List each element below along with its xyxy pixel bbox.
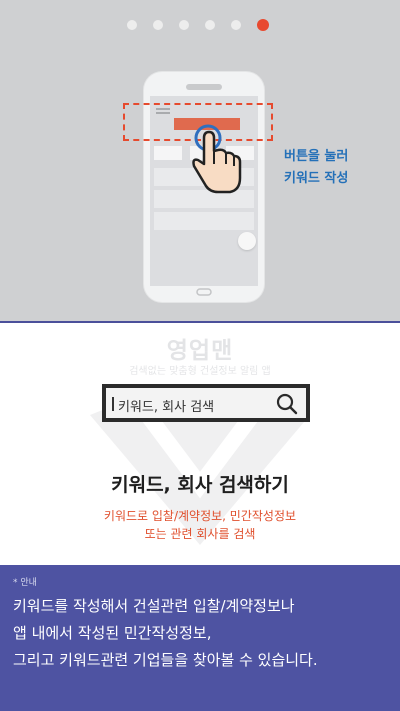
page-title: 키워드, 회사 검색하기: [111, 474, 289, 496]
page-dot[interactable]: [205, 20, 215, 30]
screen-fab: [238, 232, 256, 250]
page-dot[interactable]: [153, 20, 163, 30]
screen-tile: [154, 146, 182, 160]
phone-speaker: [186, 84, 222, 90]
page-indicator: [127, 19, 269, 31]
info-notice: * 안내 키워드를 작성해서 건설관련 입찰/계약정보나 앱 내에서 작성된 민…: [0, 565, 400, 711]
search-icon[interactable]: [276, 393, 298, 415]
search-input[interactable]: 키워드, 회사 검색: [102, 384, 310, 422]
description-line-1: 키워드로 입찰/계약정보, 민간작성정보: [103, 509, 297, 523]
screen-row: [154, 212, 254, 230]
page-dot[interactable]: [179, 20, 189, 30]
description-line-2: 또는 관련 회사를 검색: [144, 527, 256, 541]
app-tagline: 검색없는 맞춤형 건설정보 알림 앱: [129, 366, 271, 377]
pointing-hand-icon: [192, 124, 242, 194]
page-dot[interactable]: [231, 20, 241, 30]
tutorial-illustration: 버튼을 눌러 키워드 작성: [0, 0, 400, 321]
home-button-icon: [196, 288, 212, 296]
page-description: 키워드로 입찰/계약정보, 민간작성정보 또는 관련 회사를 검색: [0, 507, 400, 543]
page-dot-active[interactable]: [257, 19, 269, 31]
notice-text: 키워드를 작성해서 건설관련 입찰/계약정보나 앱 내에서 작성된 민간작성정보…: [13, 597, 318, 669]
search-input-value: 키워드, 회사 검색: [118, 400, 215, 415]
page-dot[interactable]: [127, 20, 137, 30]
notice-label: * 안내: [13, 578, 37, 588]
app-logo: 영업맨: [166, 338, 234, 364]
hint-text: 버튼을 눌러 키워드 작성: [284, 146, 348, 190]
hint-line-1: 버튼을 눌러: [284, 149, 349, 164]
text-cursor: [112, 397, 114, 411]
hint-line-2: 키워드 작성: [284, 171, 349, 186]
divider: [0, 321, 400, 323]
